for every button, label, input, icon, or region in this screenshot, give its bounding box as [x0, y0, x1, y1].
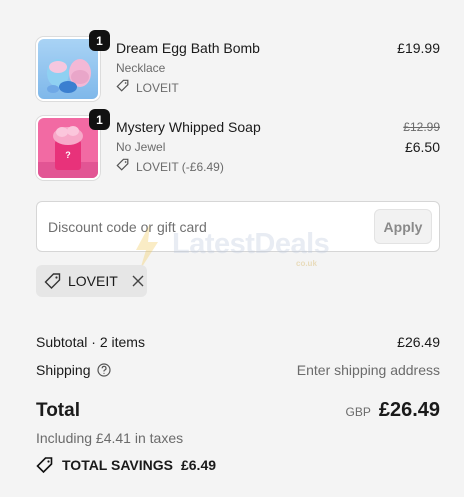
- help-icon[interactable]: [96, 363, 111, 377]
- savings-label: TOTAL SAVINGS: [62, 457, 173, 473]
- subtotal-row: Subtotal · 2 items £26.49: [36, 334, 440, 350]
- remove-code-icon[interactable]: [132, 275, 144, 287]
- applied-code-label: LOVEIT: [68, 273, 118, 289]
- subtotal-label: Subtotal · 2 items: [36, 334, 145, 350]
- line-item: ? 1 Mystery Whipped Soap No Jewel LOVEIT…: [36, 109, 440, 182]
- shipping-value: Enter shipping address: [296, 362, 440, 378]
- product-thumbnail: ? 1: [36, 109, 110, 182]
- item-discount-label: LOVEIT: [136, 80, 179, 95]
- shipping-row: Shipping Enter shipping address: [36, 362, 440, 378]
- item-price: £19.99: [397, 40, 440, 56]
- total-savings: TOTAL SAVINGS £6.49: [36, 456, 216, 474]
- watermark-subtext: co.uk: [296, 259, 317, 268]
- line-item: 1 Dream Egg Bath Bomb Necklace LOVEIT £1…: [36, 30, 440, 103]
- item-variant: Necklace: [116, 61, 166, 75]
- item-discount-label: LOVEIT (-£6.49): [136, 159, 224, 174]
- discount-code-input[interactable]: [37, 202, 367, 251]
- savings-value: £6.49: [180, 457, 217, 473]
- item-original-price: £12.99: [403, 120, 440, 134]
- applied-discount-chip: LOVEIT: [36, 265, 147, 297]
- total-value: £26.49: [378, 399, 440, 421]
- tag-icon: [44, 272, 62, 290]
- item-variant: No Jewel: [116, 140, 166, 154]
- product-thumbnail: 1: [36, 30, 110, 103]
- quantity-badge: 1: [89, 30, 110, 51]
- apply-button[interactable]: Apply: [374, 209, 432, 244]
- total-label: Total: [36, 400, 80, 421]
- shipping-label: Shipping: [36, 362, 91, 378]
- quantity-badge: 1: [89, 109, 110, 130]
- tag-icon: [116, 158, 130, 175]
- taxes-note: Including £4.41 in taxes: [36, 430, 184, 446]
- item-name: Mystery Whipped Soap: [116, 119, 261, 135]
- item-price: £6.50: [404, 139, 440, 155]
- total-amount: GBP £26.49: [345, 399, 440, 422]
- tag-icon: [116, 79, 130, 96]
- currency-code: GBP: [345, 405, 371, 419]
- item-discount: LOVEIT (-£6.49): [116, 158, 224, 175]
- item-name: Dream Egg Bath Bomb: [116, 40, 260, 56]
- savings-tag-icon: [36, 456, 54, 474]
- item-discount: LOVEIT: [116, 79, 179, 96]
- svg-text:?: ?: [65, 150, 71, 160]
- subtotal-value: £26.49: [397, 334, 440, 350]
- discount-field: Apply: [36, 201, 440, 252]
